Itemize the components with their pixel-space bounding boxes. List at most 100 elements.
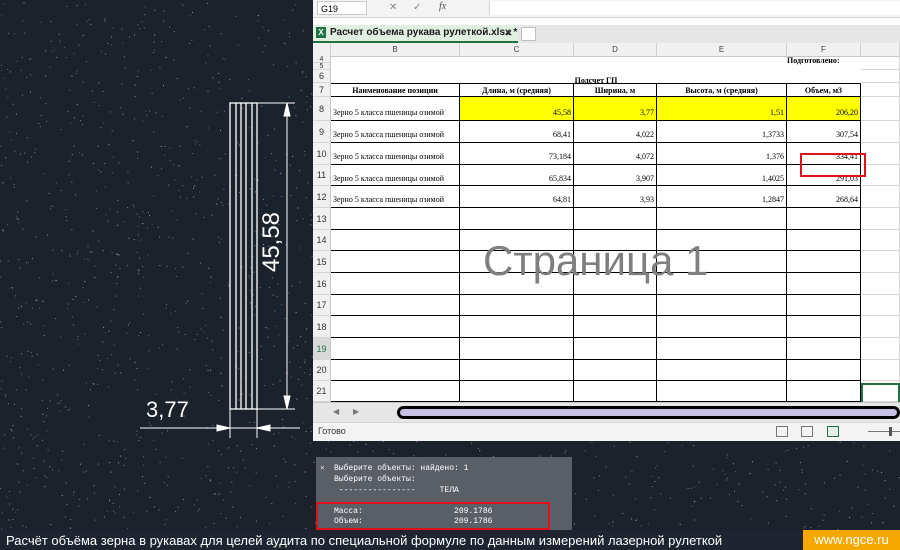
cell-width[interactable]: 3,93: [574, 186, 657, 208]
row-header[interactable]: 20: [313, 360, 331, 381]
header-height[interactable]: Высота, м (средняя): [657, 83, 787, 97]
row-header[interactable]: 15: [313, 251, 331, 273]
cell-length[interactable]: 64,81: [460, 186, 574, 208]
sheet-next-icon[interactable]: ▶: [353, 407, 359, 416]
empty-cell[interactable]: [861, 360, 900, 381]
empty-cell[interactable]: [787, 230, 861, 251]
cell-width[interactable]: 3,77: [574, 97, 657, 121]
empty-cell[interactable]: [787, 316, 861, 338]
sheet-prev-icon[interactable]: ◀: [333, 407, 339, 416]
cell-length[interactable]: 45,58: [460, 97, 574, 121]
zoom-slider-thumb[interactable]: [889, 427, 892, 436]
column-header-b[interactable]: B: [331, 43, 460, 56]
cell-volume[interactable]: 268,64: [787, 186, 861, 208]
close-icon[interactable]: ✕: [320, 463, 325, 473]
empty-cell[interactable]: [861, 316, 900, 338]
formula-input[interactable]: [489, 1, 900, 15]
empty-cell[interactable]: [657, 316, 787, 338]
row-header[interactable]: 4: [313, 56, 331, 63]
column-header-f[interactable]: F: [787, 43, 861, 56]
empty-cell[interactable]: [574, 208, 657, 230]
row-header[interactable]: 16: [313, 273, 331, 295]
row-header[interactable]: 7: [313, 83, 331, 97]
empty-cell[interactable]: [787, 295, 861, 316]
cell-length[interactable]: 73,184: [460, 143, 574, 165]
empty-cell[interactable]: [861, 208, 900, 230]
empty-cell[interactable]: [460, 360, 574, 381]
cell-height[interactable]: 1,51: [657, 97, 787, 121]
cell-length[interactable]: 68,41: [460, 121, 574, 143]
cell-height[interactable]: 1,4025: [657, 165, 787, 186]
cell-height[interactable]: 1,376: [657, 143, 787, 165]
empty-cell[interactable]: [460, 338, 574, 360]
close-tab-icon[interactable]: ✕: [505, 25, 513, 41]
empty-cell[interactable]: [861, 295, 900, 316]
spreadsheet-grid[interactable]: 4 5 6 7 8 9 10 11 12 13 14 15 16 17 18 1…: [313, 56, 900, 407]
empty-cell[interactable]: [787, 208, 861, 230]
empty-cell[interactable]: [331, 381, 460, 402]
empty-cell[interactable]: [861, 338, 900, 360]
cell-name[interactable]: Зерно 5 класса пшеницы озимой: [331, 143, 460, 165]
cell-name[interactable]: Зерно 5 класса пшеницы озимой: [331, 121, 460, 143]
empty-cell[interactable]: [331, 273, 460, 295]
normal-view-icon[interactable]: [776, 426, 788, 437]
cell-width[interactable]: 3,907: [574, 165, 657, 186]
page-layout-view-icon[interactable]: [801, 426, 813, 437]
row-header[interactable]: 10: [313, 143, 331, 165]
row-header[interactable]: 9: [313, 121, 331, 143]
empty-cell[interactable]: [331, 295, 460, 316]
empty-cell[interactable]: [787, 273, 861, 295]
row-header[interactable]: 17: [313, 295, 331, 316]
empty-cell[interactable]: [331, 208, 460, 230]
empty-cell[interactable]: [861, 251, 900, 273]
row-header[interactable]: 12: [313, 186, 331, 208]
cell-name[interactable]: Зерно 5 класса пшеницы озимой: [331, 97, 460, 121]
column-header-d[interactable]: D: [574, 43, 657, 56]
cell-height[interactable]: 1,2847: [657, 186, 787, 208]
column-header-c[interactable]: C: [460, 43, 574, 56]
cell-name[interactable]: Зерно 5 класса пшеницы озимой: [331, 186, 460, 208]
empty-cell[interactable]: [460, 381, 574, 402]
empty-cell[interactable]: [460, 316, 574, 338]
empty-cell[interactable]: [574, 338, 657, 360]
new-tab-button[interactable]: [521, 27, 536, 41]
page-break-view-icon[interactable]: [827, 426, 839, 437]
select-all-corner[interactable]: [313, 43, 331, 56]
enter-icon[interactable]: ✓: [413, 2, 421, 13]
empty-cell[interactable]: [861, 56, 900, 70]
empty-cell[interactable]: [657, 295, 787, 316]
row-header[interactable]: 14: [313, 230, 331, 251]
brand-label[interactable]: www.ngce.ru: [803, 530, 900, 550]
row-header-selected[interactable]: 19: [313, 338, 331, 360]
row-header[interactable]: 18: [313, 316, 331, 338]
empty-cell[interactable]: [574, 360, 657, 381]
empty-cell[interactable]: [861, 165, 900, 186]
empty-cell[interactable]: [787, 381, 861, 402]
zoom-slider[interactable]: [868, 431, 900, 432]
horizontal-scrollbar[interactable]: [397, 406, 900, 419]
empty-cell[interactable]: [331, 338, 460, 360]
empty-cell[interactable]: [460, 295, 574, 316]
cell-height[interactable]: 1,3733: [657, 121, 787, 143]
row-header[interactable]: 21: [313, 381, 331, 402]
empty-cell[interactable]: [657, 338, 787, 360]
empty-cell[interactable]: [861, 70, 900, 83]
cell-length[interactable]: 65,834: [460, 165, 574, 186]
row-header[interactable]: 11: [313, 165, 331, 186]
cell-width[interactable]: 4,072: [574, 143, 657, 165]
empty-cell[interactable]: [331, 360, 460, 381]
empty-cell[interactable]: [574, 381, 657, 402]
header-volume[interactable]: Объем, м3: [787, 83, 861, 97]
cell-volume[interactable]: 307,54: [787, 121, 861, 143]
empty-cell[interactable]: [657, 208, 787, 230]
empty-cell[interactable]: [861, 97, 900, 121]
header-name[interactable]: Наименование позиции: [331, 83, 460, 97]
header-width[interactable]: Ширина, м: [574, 83, 657, 97]
empty-cell[interactable]: [861, 121, 900, 143]
empty-cell[interactable]: [657, 381, 787, 402]
empty-cell[interactable]: [787, 338, 861, 360]
empty-cell[interactable]: [574, 316, 657, 338]
empty-cell[interactable]: [331, 230, 460, 251]
header-length[interactable]: Длина, м (средняя): [460, 83, 574, 97]
empty-cell[interactable]: [460, 208, 574, 230]
